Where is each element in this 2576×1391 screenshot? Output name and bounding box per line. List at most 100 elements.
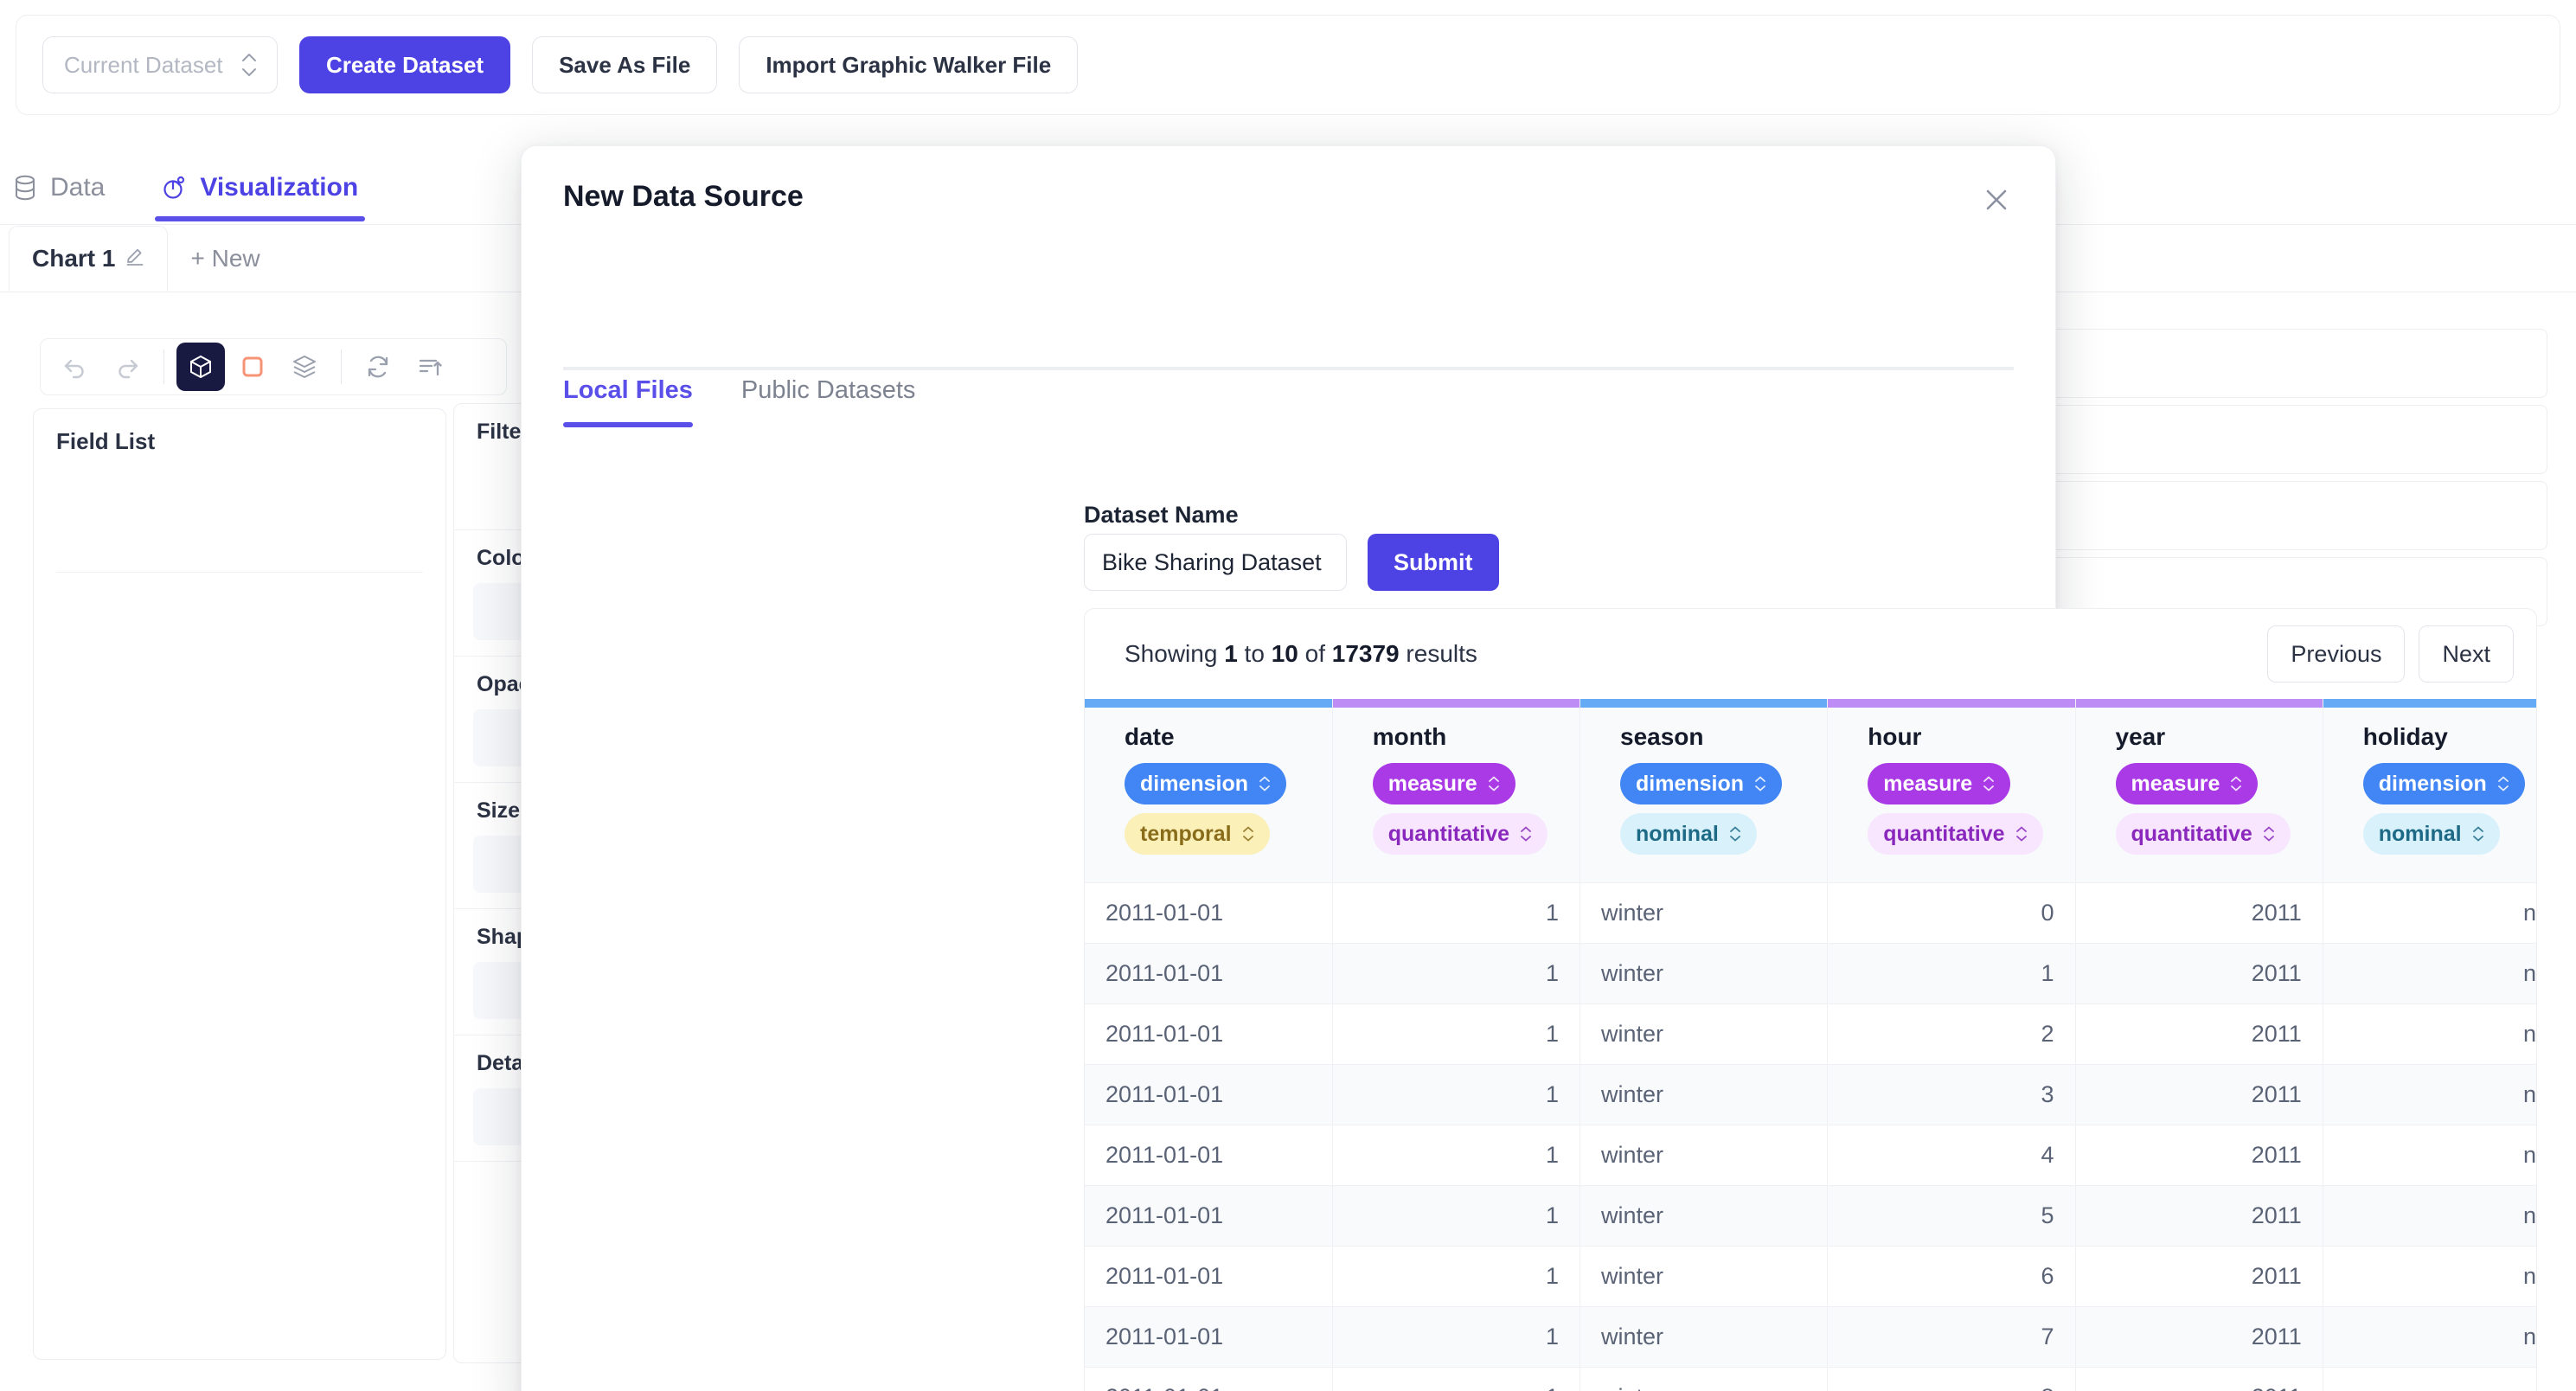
column-name: date <box>1125 723 1332 751</box>
table-cell-season: winter <box>1580 1125 1828 1186</box>
right-dropzone-3[interactable] <box>2037 481 2547 550</box>
table-cell-holiday: no <box>2323 1307 2537 1368</box>
data-table-scroll-area[interactable]: date dimension temporal month measure quantit… <box>1085 699 2537 1391</box>
column-name: season <box>1620 723 1827 751</box>
previous-page-button[interactable]: Previous <box>2267 625 2405 683</box>
redo-icon[interactable] <box>103 343 151 391</box>
save-as-file-button[interactable]: Save As File <box>532 36 717 93</box>
refresh-icon[interactable] <box>354 343 402 391</box>
undo-icon[interactable] <box>51 343 99 391</box>
results-total: 17379 <box>1332 640 1400 667</box>
table-column-header-year: yearmeasurequantitative <box>2075 699 2323 883</box>
next-page-button[interactable]: Next <box>2419 625 2514 683</box>
column-type-stripe <box>1828 699 2074 708</box>
current-dataset-select[interactable]: Current Dataset <box>42 36 278 93</box>
table-row: 2011-01-011winter32011no <box>1085 1065 2537 1125</box>
column-role-label: measure <box>1388 772 1477 797</box>
table-cell-hour: 7 <box>1828 1307 2075 1368</box>
table-cell-month: 1 <box>1332 1125 1580 1186</box>
tab-local-files[interactable]: Local Files <box>563 376 693 424</box>
column-type-pill[interactable]: quantitative <box>1373 813 1548 855</box>
modal-tab-bar: Local Files Public Datasets <box>563 376 915 424</box>
table-body: 2011-01-011winter02011no2011-01-011winte… <box>1085 883 2537 1391</box>
table-row: 2011-01-011winter22011no <box>1085 1004 2537 1065</box>
table-row: 2011-01-011winter42011no <box>1085 1125 2537 1186</box>
table-cell-season: winter <box>1580 1065 1828 1125</box>
column-name: month <box>1373 723 1580 751</box>
column-type-pill[interactable]: temporal <box>1125 813 1270 855</box>
table-cell-year: 2011 <box>2075 1065 2323 1125</box>
table-row: 2011-01-011winter12011no <box>1085 944 2537 1004</box>
table-cell-year: 2011 <box>2075 1307 2323 1368</box>
table-cell-holiday: no <box>2323 1125 2537 1186</box>
table-cell-holiday: no <box>2323 944 2537 1004</box>
cube-icon[interactable] <box>176 343 225 391</box>
column-role-pill[interactable]: dimension <box>1620 763 1782 804</box>
column-type-stripe <box>2076 699 2323 708</box>
dataset-name-input[interactable]: Bike Sharing Dataset <box>1084 534 1347 591</box>
column-type-pill[interactable]: nominal <box>1620 813 1757 855</box>
tab-public-datasets[interactable]: Public Datasets <box>741 376 916 424</box>
column-type-pill[interactable]: nominal <box>2363 813 2500 855</box>
pencil-icon[interactable] <box>125 245 144 272</box>
tab-visualization[interactable]: Visualization <box>155 154 365 221</box>
dataset-toolbar: Current Dataset Create Dataset Save As F… <box>16 15 2560 115</box>
table-cell-month: 1 <box>1332 1065 1580 1125</box>
column-role-pill[interactable]: measure <box>1868 763 2010 804</box>
table-cell-month: 1 <box>1332 944 1580 1004</box>
pagination: Previous Next <box>2267 625 2514 683</box>
column-role-label: measure <box>1883 772 1972 797</box>
tab-visualization-label: Visualization <box>200 173 358 202</box>
database-icon <box>14 175 36 201</box>
chart-tab-chart-1[interactable]: Chart 1 <box>9 226 168 292</box>
modal-tab-underline <box>563 367 2014 370</box>
column-type-label: quantitative <box>1388 822 1509 847</box>
table-cell-date: 2011-01-01 <box>1085 883 1332 944</box>
column-type-label: nominal <box>1636 822 1719 847</box>
tab-data[interactable]: Data <box>7 154 112 221</box>
import-graphic-walker-file-button[interactable]: Import Graphic Walker File <box>739 36 1078 93</box>
column-type-stripe <box>1580 699 1827 708</box>
right-dropzone-1[interactable] <box>2037 329 2547 398</box>
field-list-divider <box>56 572 423 573</box>
layers-icon[interactable] <box>280 343 329 391</box>
column-type-label: nominal <box>2379 822 2462 847</box>
current-dataset-placeholder: Current Dataset <box>64 52 223 79</box>
table-cell-hour: 1 <box>1828 944 2075 1004</box>
table-column-header-holiday: holiday dimension nominal <box>2323 699 2537 883</box>
table-cell-year: 2011 <box>2075 1125 2323 1186</box>
table-cell-holiday: no <box>2323 1247 2537 1307</box>
sort-ascending-icon[interactable] <box>406 343 454 391</box>
table-cell-date: 2011-01-01 <box>1085 1307 1332 1368</box>
new-chart-tab-button[interactable]: + New <box>168 226 282 292</box>
column-role-pill[interactable]: dimension <box>2363 763 2525 804</box>
table-cell-year: 2011 <box>2075 883 2323 944</box>
table-cell-season: winter <box>1580 883 1828 944</box>
create-dataset-button[interactable]: Create Dataset <box>299 36 510 93</box>
table-column-header-month: month measure quantitative <box>1332 699 1580 883</box>
chevron-updown-icon <box>240 53 258 77</box>
column-role-pill[interactable]: measure <box>1373 763 1515 804</box>
table-cell-hour: 0 <box>1828 883 2075 944</box>
table-column-header-hour: hour measure quantitative <box>1828 699 2075 883</box>
column-role-pill[interactable]: measure <box>2116 763 2259 804</box>
table-cell-season: winter <box>1580 944 1828 1004</box>
table-cell-season: winter <box>1580 1307 1828 1368</box>
column-role-label: measure <box>2131 772 2220 797</box>
table-row: 2011-01-011winter72011no <box>1085 1307 2537 1368</box>
close-icon[interactable] <box>1976 179 2017 221</box>
column-type-pill[interactable]: quantitative <box>2116 813 2291 855</box>
column-type-pill[interactable]: quantitative <box>1868 813 2042 855</box>
column-name: hour <box>1868 723 2074 751</box>
table-cell-month: 1 <box>1332 1307 1580 1368</box>
square-outline-icon[interactable] <box>228 343 277 391</box>
table-cell-holiday: no <box>2323 1004 2537 1065</box>
column-name: holiday <box>2363 723 2537 751</box>
table-row: 2011-01-011winter62011no <box>1085 1247 2537 1307</box>
table-cell-season: winter <box>1580 1186 1828 1247</box>
column-role-pill[interactable]: dimension <box>1125 763 1286 804</box>
dataset-name-label: Dataset Name <box>1084 502 1239 529</box>
table-head: date dimension temporal month measure quantit… <box>1085 699 2537 883</box>
right-dropzone-2[interactable] <box>2037 405 2547 474</box>
submit-button[interactable]: Submit <box>1368 534 1499 591</box>
